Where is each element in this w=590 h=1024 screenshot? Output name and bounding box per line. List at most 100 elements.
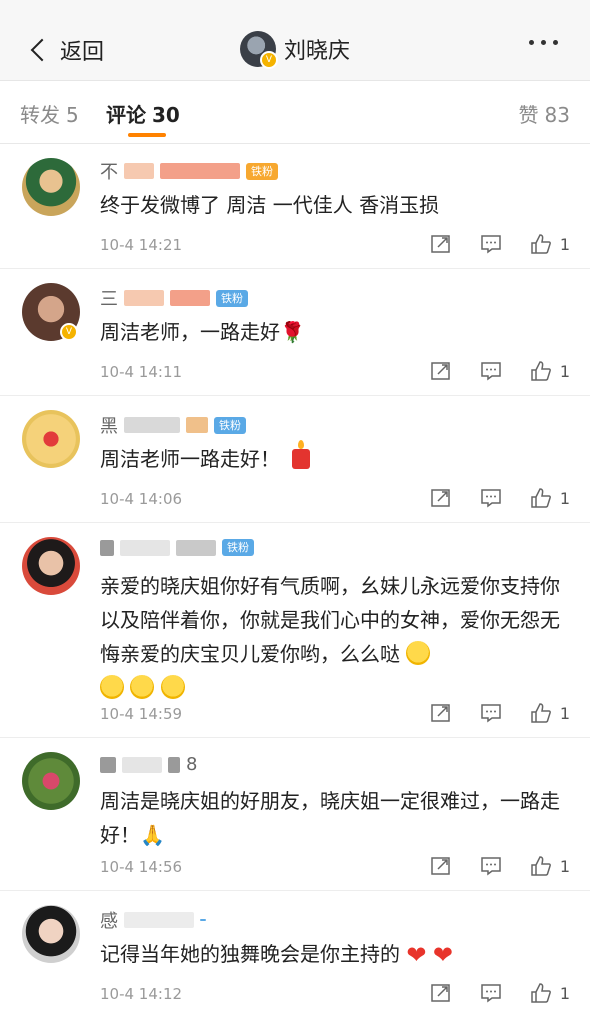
comment-icon[interactable] xyxy=(480,360,502,382)
tab-reposts[interactable]: 转发 5 xyxy=(20,99,79,128)
share-icon[interactable] xyxy=(430,487,452,509)
top-nav: 返回 V 刘晓庆 xyxy=(0,18,590,81)
kiss-emoji-icon xyxy=(406,641,431,665)
commenter-name-text: 8 xyxy=(186,754,198,775)
tab-reposts-label: 转发 xyxy=(20,103,60,127)
like-button[interactable]: 1 xyxy=(530,982,570,1004)
share-icon[interactable] xyxy=(430,233,452,255)
commenter-name[interactable]: 铁粉 xyxy=(100,539,254,556)
redacted-blur xyxy=(100,539,114,556)
more-icon[interactable] xyxy=(529,40,558,45)
comment-text: 周洁是晓庆姐的好朋友，晓庆姐一定很难过，一路走好！🙏 xyxy=(100,789,560,847)
thumbs-up-icon xyxy=(531,234,551,254)
fan-badge: 铁粉 xyxy=(214,416,246,434)
fan-badge-partial xyxy=(200,919,206,921)
kiss-emoji-icon xyxy=(100,675,124,699)
comment-time: 10-4 14:56 xyxy=(100,858,183,876)
comment-text: 周洁老师一路走好！ xyxy=(100,440,566,476)
list-item: 不 铁粉 终于发微博了 周洁 一代佳人 香消玉损 10-4 14:21 1 xyxy=(0,144,590,269)
post-author[interactable]: V 刘晓庆 xyxy=(240,31,351,69)
comment-actions: 1 xyxy=(430,360,570,382)
tab-reposts-count: 5 xyxy=(66,103,79,127)
redacted-blur xyxy=(176,539,216,556)
commenter-name[interactable]: 黑 铁粉 xyxy=(100,412,246,438)
verified-icon: V xyxy=(260,51,278,69)
like-count: 1 xyxy=(559,234,570,254)
comment-icon[interactable] xyxy=(480,982,502,1004)
commenter-name[interactable]: 不 铁粉 xyxy=(100,158,278,184)
like-button[interactable]: 1 xyxy=(530,233,570,255)
commenter-name[interactable]: 感 xyxy=(100,907,206,933)
thumbs-up-icon xyxy=(531,983,551,1003)
thumbs-up-icon xyxy=(531,361,551,381)
comment-icon[interactable] xyxy=(480,233,502,255)
candle-icon xyxy=(292,440,311,469)
comment-text: 周洁老师，一路走好🌹 xyxy=(100,320,305,344)
commenter-name[interactable]: 8 xyxy=(100,754,197,775)
redacted-blur xyxy=(170,290,210,306)
comment-icon[interactable] xyxy=(480,487,502,509)
like-button[interactable]: 1 xyxy=(530,855,570,877)
redacted-blur xyxy=(124,163,154,179)
comment-actions: 1 xyxy=(430,233,570,255)
comment-icon[interactable] xyxy=(480,702,502,724)
list-item: 黑 铁粉 周洁老师一路走好！ 10-4 14:06 1 xyxy=(0,396,590,523)
redacted-blur xyxy=(124,912,194,928)
redacted-blur xyxy=(120,539,170,556)
thumbs-up-icon xyxy=(531,856,551,876)
avatar[interactable] xyxy=(22,752,80,810)
thumbs-up-icon xyxy=(531,488,551,508)
comment-actions: 1 xyxy=(430,487,570,509)
share-icon[interactable] xyxy=(430,702,452,724)
list-item: 铁粉 亲爱的晓庆姐你好有气质啊，幺妹儿永远爱你支持你以及陪伴着你，你就是我们心中… xyxy=(0,523,590,738)
tab-comments[interactable]: 评论 30 xyxy=(106,99,180,128)
comment-icon[interactable] xyxy=(480,855,502,877)
avatar[interactable] xyxy=(22,905,80,963)
list-item: V 三 铁粉 周洁老师，一路走好🌹 10-4 14:11 1 xyxy=(0,269,590,396)
tab-bar: 转发 5 评论 30 赞 83 xyxy=(0,81,590,144)
like-count: 1 xyxy=(559,856,570,876)
back-label: 返回 xyxy=(60,40,105,65)
like-count: 1 xyxy=(559,703,570,723)
avatar[interactable]: V xyxy=(22,283,80,341)
kiss-emoji-icon xyxy=(160,675,185,699)
verified-icon: V xyxy=(60,323,78,341)
fan-badge: 铁粉 xyxy=(216,289,248,307)
share-icon[interactable] xyxy=(430,982,452,1004)
kiss-emoji-icon xyxy=(130,675,155,699)
fan-badge: 铁粉 xyxy=(246,162,278,180)
avatar[interactable] xyxy=(22,410,80,468)
thumbs-up-icon xyxy=(531,703,551,723)
share-icon[interactable] xyxy=(430,855,452,877)
page-title: 刘晓庆 xyxy=(284,39,351,64)
redacted-blur xyxy=(168,756,180,773)
avatar[interactable] xyxy=(22,537,80,595)
commenter-name[interactable]: 三 铁粉 xyxy=(100,285,248,311)
like-count: 1 xyxy=(559,488,570,508)
tab-likes[interactable]: 赞 83 xyxy=(519,99,570,128)
back-button[interactable]: 返回 xyxy=(28,34,104,66)
commenter-name-text: 感 xyxy=(100,911,118,932)
tab-comments-count: 30 xyxy=(152,103,180,127)
share-icon[interactable] xyxy=(430,360,452,382)
commenter-name-text: 黑 xyxy=(100,416,118,437)
heart-emoji-icon: ❤ xyxy=(432,941,453,969)
commenter-name-text: 三 xyxy=(100,289,118,310)
like-button[interactable]: 1 xyxy=(530,487,570,509)
redacted-blur xyxy=(122,756,162,773)
comment-actions: 1 xyxy=(430,855,570,877)
avatar[interactable]: V xyxy=(240,31,278,69)
list-item: 8 周洁是晓庆姐的好朋友，晓庆姐一定很难过，一路走好！🙏 10-4 14:56 … xyxy=(0,738,590,891)
comment-text-content: 周洁老师一路走好！ xyxy=(100,447,280,471)
like-button[interactable]: 1 xyxy=(530,702,570,724)
avatar[interactable] xyxy=(22,158,80,216)
redacted-blur xyxy=(124,417,180,433)
comment-text: 终于发微博了 周洁 一代佳人 香消玉损 xyxy=(100,193,440,217)
redacted-blur xyxy=(160,163,240,179)
comment-time: 10-4 14:59 xyxy=(100,705,183,723)
comment-time: 10-4 14:06 xyxy=(100,490,183,508)
comment-time: 10-4 14:21 xyxy=(100,236,183,254)
tab-likes-count: 83 xyxy=(544,103,570,127)
comment-text-content: 记得当年她的独舞晚会是你主持的 xyxy=(100,942,400,966)
like-button[interactable]: 1 xyxy=(530,360,570,382)
